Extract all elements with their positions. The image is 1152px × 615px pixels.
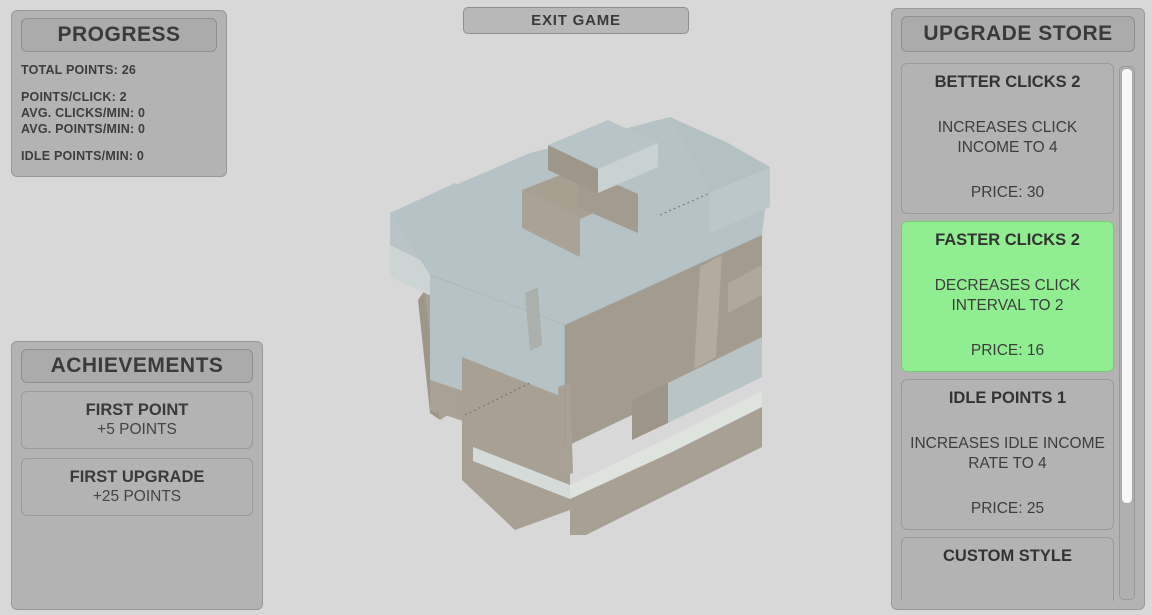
stat-group-idle: IDLE POINTS/MIN: 0 xyxy=(21,148,217,164)
achievements-panel: ACHIEVEMENTS FIRST POINT +5 POINTS FIRST… xyxy=(11,341,263,610)
stat-group-rates: POINTS/CLICK: 2 AVG. CLICKS/MIN: 0 AVG. … xyxy=(21,89,217,137)
upgrade-item-better-clicks-2[interactable]: BETTER CLICKS 2 INCREASES CLICK INCOME T… xyxy=(901,63,1114,214)
upgrade-price: PRICE: 25 xyxy=(970,500,1045,517)
stat-idle-points-per-min: IDLE POINTS/MIN: 0 xyxy=(21,149,145,163)
upgrade-store-panel: UPGRADE STORE BETTER CLICKS 2 INCREASES … xyxy=(891,8,1145,610)
stat-avg-clicks-per-min: AVG. CLICKS/MIN: 0 xyxy=(21,106,146,120)
upgrade-description: DECREASES CLICK INTERVAL TO 2 xyxy=(934,277,1081,314)
upgrade-description: INCREASES IDLE INCOME RATE TO 4 xyxy=(910,435,1105,472)
upgrade-item-faster-clicks-2[interactable]: FASTER CLICKS 2 DECREASES CLICK INTERVAL… xyxy=(901,221,1114,372)
progress-stats: TOTAL POINTS: 26 POINTS/CLICK: 2 AVG. CL… xyxy=(12,62,226,164)
progress-panel: PROGRESS TOTAL POINTS: 26 POINTS/CLICK: … xyxy=(11,10,227,177)
achievement-reward: +5 POINTS xyxy=(97,421,177,438)
upgrade-name: IDLE POINTS 1 xyxy=(948,389,1067,407)
upgrade-description: INCREASES CLICK INCOME TO 4 xyxy=(937,119,1078,156)
upgrade-price: PRICE: 30 xyxy=(970,184,1045,201)
upgrade-item-custom-style[interactable]: CUSTOM STYLE CHANGES OBJECT xyxy=(901,537,1114,601)
exit-game-button[interactable]: EXIT GAME xyxy=(463,7,689,34)
upgrade-item-idle-points-1[interactable]: IDLE POINTS 1 INCREASES IDLE INCOME RATE… xyxy=(901,379,1114,530)
achievement-list: FIRST POINT +5 POINTS FIRST UPGRADE +25 … xyxy=(12,383,262,516)
upgrade-store-scrollbar-thumb[interactable] xyxy=(1121,68,1133,505)
achievement-reward: +25 POINTS xyxy=(92,488,182,505)
stat-group-total: TOTAL POINTS: 26 xyxy=(21,62,217,78)
progress-panel-title: PROGRESS xyxy=(21,18,217,52)
achievement-item: FIRST UPGRADE +25 POINTS xyxy=(21,458,253,516)
upgrade-store-scrollbar[interactable] xyxy=(1119,66,1135,600)
upgrade-name: CUSTOM STYLE xyxy=(943,547,1072,565)
upgrade-description: CHANGES OBJECT xyxy=(910,567,1105,601)
upgrade-name: BETTER CLICKS 2 xyxy=(934,73,1081,91)
stat-avg-points-per-min: AVG. POINTS/MIN: 0 xyxy=(21,122,146,136)
upgrade-list: BETTER CLICKS 2 INCREASES CLICK INCOME T… xyxy=(901,63,1114,601)
stat-points-per-click: POINTS/CLICK: 2 xyxy=(21,90,127,104)
achievements-panel-title: ACHIEVEMENTS xyxy=(21,349,253,383)
upgrade-store-title: UPGRADE STORE xyxy=(901,16,1135,52)
achievement-item: FIRST POINT +5 POINTS xyxy=(21,391,253,449)
achievement-name: FIRST UPGRADE xyxy=(69,468,205,486)
upgrade-price: PRICE: 16 xyxy=(970,342,1045,359)
upgrade-name: FASTER CLICKS 2 xyxy=(935,231,1080,249)
stat-total-points: TOTAL POINTS: 26 xyxy=(21,63,137,77)
achievement-name: FIRST POINT xyxy=(85,401,189,419)
clickable-3d-object[interactable] xyxy=(370,95,790,535)
